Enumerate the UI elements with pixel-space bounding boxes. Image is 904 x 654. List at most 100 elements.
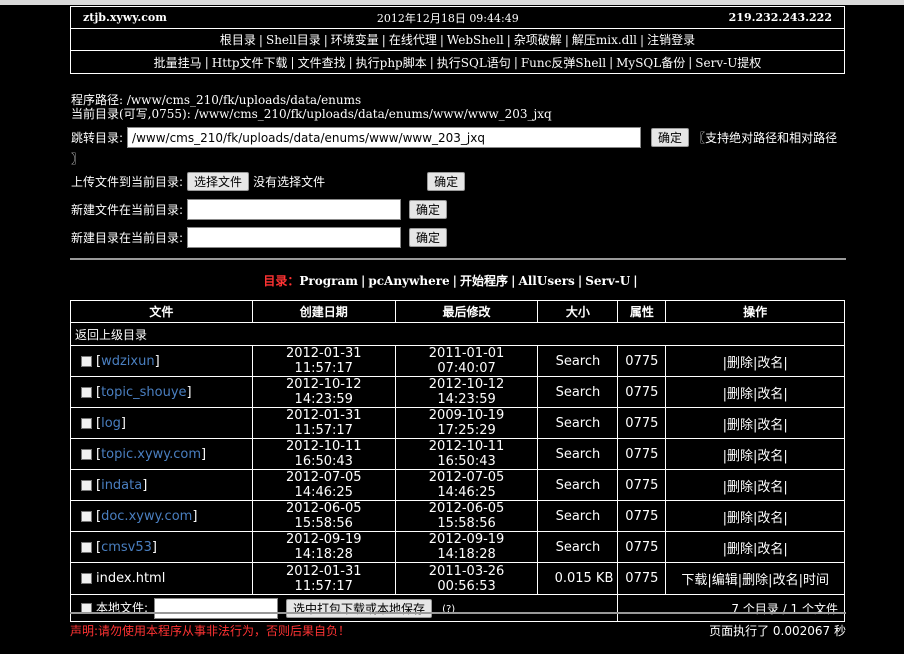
separator: | <box>348 55 353 69</box>
download-link[interactable]: 下载 <box>681 573 707 588</box>
folder-link[interactable]: wdzixun <box>101 354 155 369</box>
new-file-input[interactable] <box>187 199 402 220</box>
separator: | <box>513 55 518 69</box>
delete-link[interactable]: 删除 <box>742 573 768 588</box>
tool-item-1[interactable]: Http文件下载 <box>212 54 288 71</box>
rename-link[interactable]: 改名 <box>757 387 783 402</box>
rename-link[interactable]: 改名 <box>757 480 783 495</box>
new-dir-confirm-button[interactable]: 确定 <box>409 228 448 247</box>
search-link[interactable]: Search <box>537 531 619 563</box>
local-file-input[interactable] <box>154 597 279 619</box>
file-name[interactable]: index.html <box>96 571 165 586</box>
attr-cell[interactable]: 0775 <box>617 562 667 595</box>
folder-link[interactable]: cmsv53 <box>101 540 152 555</box>
modified-date: 2012-09-19 14:18:28 <box>394 531 539 563</box>
separator: | <box>204 55 209 69</box>
dir-shortcut-3[interactable]: AllUsers <box>518 274 574 288</box>
jump-hint: 〖支持绝对路径和相对路径 <box>693 131 838 145</box>
separator: | <box>439 32 444 47</box>
attr-cell[interactable]: 0775 <box>617 407 667 439</box>
attr-cell[interactable]: 0775 <box>617 531 667 563</box>
attr-cell[interactable]: 0775 <box>617 469 667 501</box>
jump-confirm-button[interactable]: 确定 <box>651 128 690 147</box>
tool-item-5[interactable]: Func反弹Shell <box>521 54 606 71</box>
jump-dir-input[interactable] <box>127 127 642 148</box>
select-checkbox[interactable] <box>81 386 92 398</box>
edit-link[interactable]: 编辑 <box>712 573 738 588</box>
rename-link[interactable]: 改名 <box>773 573 799 588</box>
ops-cell: |删除|改名| <box>665 407 845 439</box>
dir-shortcut-1[interactable]: pcAnywhere <box>368 274 449 288</box>
rename-link[interactable]: 改名 <box>757 356 783 371</box>
table-header: 文件 创建日期 最后修改 大小 属性 操作 <box>70 300 845 323</box>
site-domain: ztjb.xywy.com <box>83 11 167 24</box>
attr-cell[interactable]: 0775 <box>617 376 667 408</box>
parent-dir-link[interactable]: 返回上级目录 <box>70 322 845 346</box>
new-file-confirm-button[interactable]: 确定 <box>409 200 448 219</box>
nav-item-4[interactable]: WebShell <box>447 33 504 47</box>
tool-item-3[interactable]: 执行php脚本 <box>356 54 427 71</box>
search-link[interactable]: Search <box>537 407 619 439</box>
new-dir-input[interactable] <box>187 227 402 248</box>
tool-item-2[interactable]: 文件查找 <box>298 54 346 71</box>
rename-link[interactable]: 改名 <box>757 542 783 557</box>
created-date: 2012-06-05 15:58:56 <box>251 500 396 532</box>
select-checkbox[interactable] <box>81 448 92 460</box>
dir-shortcut-2[interactable]: 开始程序 <box>460 274 508 288</box>
select-checkbox[interactable] <box>81 541 92 553</box>
attr-cell[interactable]: 0775 <box>617 438 667 470</box>
select-checkbox[interactable] <box>81 417 92 429</box>
select-checkbox[interactable] <box>81 355 92 367</box>
delete-link[interactable]: 删除 <box>727 480 753 495</box>
folder-link[interactable]: doc.xywy.com <box>101 509 192 524</box>
select-checkbox[interactable] <box>81 479 92 491</box>
separator: | <box>452 274 458 288</box>
folder-link[interactable]: indata <box>101 478 142 493</box>
tool-item-7[interactable]: Serv-U提权 <box>695 54 761 71</box>
delete-link[interactable]: 删除 <box>727 387 753 402</box>
delete-link[interactable]: 删除 <box>727 511 753 526</box>
folder-link[interactable]: topic_shouye <box>101 385 186 400</box>
program-path: 程序路径: /www/cms_210/fk/uploads/data/enums <box>71 93 362 107</box>
folder-cell: [log] <box>70 407 253 439</box>
nav-item-2[interactable]: 环境变量 <box>331 31 379 48</box>
rename-link[interactable]: 改名 <box>757 449 783 464</box>
delete-link[interactable]: 删除 <box>727 449 753 464</box>
nav-item-0[interactable]: 根目录 <box>220 31 256 48</box>
ops-cell: |删除|改名| <box>665 345 845 377</box>
delete-link[interactable]: 删除 <box>727 542 753 557</box>
modified-date: 2012-10-11 16:50:43 <box>394 438 539 470</box>
tool-item-0[interactable]: 批量挂马 <box>154 54 202 71</box>
search-link[interactable]: Search <box>537 376 619 408</box>
jump-label: 跳转目录: <box>71 131 124 145</box>
nav-item-3[interactable]: 在线代理 <box>389 31 437 48</box>
tool-item-4[interactable]: 执行SQL语句 <box>437 54 511 71</box>
rename-link[interactable]: 改名 <box>757 511 783 526</box>
search-link[interactable]: Search <box>537 345 619 377</box>
select-checkbox[interactable] <box>81 510 92 522</box>
dir-shortcut-0[interactable]: Program <box>299 274 358 288</box>
search-link[interactable]: Search <box>537 469 619 501</box>
rename-link[interactable]: 改名 <box>757 418 783 433</box>
dirs-label: 目录： <box>263 274 300 288</box>
nav-item-1[interactable]: Shell目录 <box>266 31 321 48</box>
attr-cell[interactable]: 0775 <box>617 345 667 377</box>
tool-item-6[interactable]: MySQL备份 <box>616 54 685 71</box>
upload-confirm-button[interactable]: 确定 <box>427 172 466 191</box>
pack-download-button[interactable]: 选中打包下载或本地保存 <box>286 598 433 618</box>
folder-link[interactable]: log <box>101 416 121 431</box>
time-link[interactable]: 时间 <box>803 573 829 588</box>
folder-link[interactable]: topic.xywy.com <box>101 447 201 462</box>
attr-cell[interactable]: 0775 <box>617 500 667 532</box>
select-checkbox[interactable] <box>81 573 92 584</box>
delete-link[interactable]: 删除 <box>727 418 753 433</box>
delete-link[interactable]: 删除 <box>727 356 753 371</box>
choose-file-button[interactable]: 选择文件 <box>187 172 250 191</box>
dir-shortcut-4[interactable]: Serv-U <box>585 274 630 288</box>
search-link[interactable]: Search <box>537 500 619 532</box>
nav-item-5[interactable]: 杂项破解 <box>514 31 562 48</box>
nav-item-6[interactable]: 解压mix.dll <box>572 31 637 48</box>
search-link[interactable]: Search <box>537 438 619 470</box>
nav-item-7[interactable]: 注销登录 <box>647 31 695 48</box>
parent-row: 返回上级目录 <box>70 322 845 346</box>
